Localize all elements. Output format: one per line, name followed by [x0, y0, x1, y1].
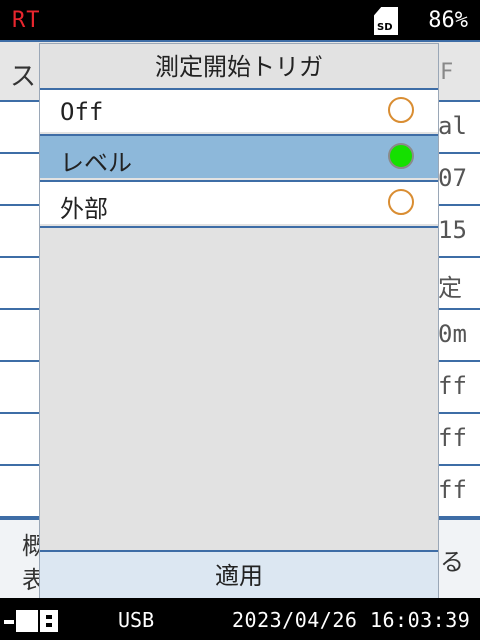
usb-indicator: USB — [118, 608, 155, 632]
settings-row-value: ff — [438, 476, 467, 504]
radio-unselected-icon[interactable] — [388, 97, 414, 123]
footer-status-bar: USB 2023/04/26 16:03:39 — [0, 598, 480, 640]
radio-selected-icon[interactable] — [388, 143, 414, 169]
power-connection-icon — [4, 610, 60, 632]
option-label: 外部 — [60, 195, 108, 223]
settings-row-value: ff — [438, 424, 467, 452]
option-label: レベル — [60, 149, 132, 177]
settings-row-value: ff — [438, 372, 467, 400]
apply-button[interactable]: 適用 — [40, 550, 438, 598]
settings-row-value: 15 — [438, 216, 467, 244]
settings-row-value: 0m — [438, 320, 467, 348]
realtime-mode-indicator: RT — [12, 8, 41, 33]
sd-card-icon: SD — [374, 7, 398, 35]
dialog-title: 測定開始トリガ — [155, 53, 323, 81]
settings-row-value: 07 — [438, 164, 467, 192]
bottom-right-label[interactable]: る — [440, 542, 464, 577]
settings-row-value: al — [438, 112, 467, 140]
sd-card-label: SD — [377, 22, 393, 33]
radio-unselected-icon[interactable] — [388, 189, 414, 215]
options-divider — [40, 226, 438, 228]
option-label: Off — [60, 98, 104, 126]
settings-header-title: ス — [10, 62, 37, 92]
settings-header-right: F — [440, 60, 454, 85]
battery-level: 86% — [428, 8, 468, 33]
status-bar: RT SD 86% — [0, 0, 480, 40]
option-external[interactable]: 外部 — [40, 180, 438, 224]
clock: 2023/04/26 16:03:39 — [232, 608, 471, 632]
option-off[interactable]: Off — [40, 88, 438, 132]
option-level[interactable]: レベル — [40, 134, 438, 178]
settings-row-value: 定 — [438, 274, 462, 302]
trigger-select-dialog: 測定開始トリガ Off レベル 外部 適用 — [40, 44, 438, 598]
